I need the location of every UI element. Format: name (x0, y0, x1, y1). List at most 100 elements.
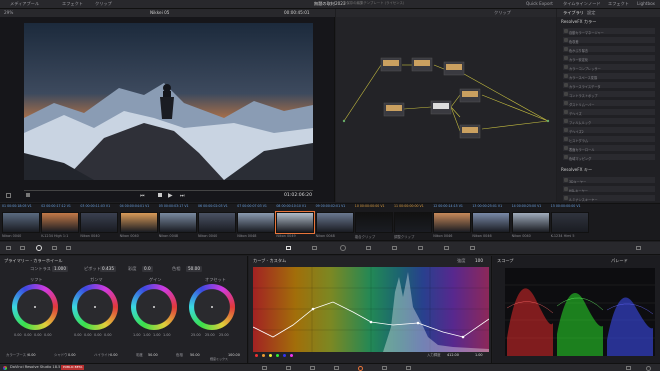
channel-orange[interactable] (262, 354, 265, 357)
library-item[interactable]: HSLキーヤー (562, 185, 656, 193)
library-item[interactable]: ルミナンスキーヤー (562, 194, 656, 202)
tab-settings[interactable]: 設定 (587, 10, 595, 15)
library-item[interactable]: ダストリムーバー (562, 99, 656, 107)
skip-end-button[interactable]: ⏭ (180, 193, 185, 199)
library-item[interactable]: デヘイズ2 (562, 126, 656, 134)
camera-raw-icon[interactable] (6, 246, 11, 250)
clip-thumbnail[interactable] (315, 212, 354, 233)
channel-blue[interactable] (283, 354, 286, 357)
param-value[interactable]: 50.00 (190, 353, 200, 357)
library-item[interactable]: 色かぶり除去 (562, 45, 656, 53)
wheel-value[interactable]: 1.00 (153, 333, 161, 337)
offset-wheel[interactable] (189, 284, 235, 330)
scope-mode-select[interactable]: パレード (611, 258, 628, 263)
library-item[interactable]: 自動カラーマネージャー (562, 27, 656, 35)
tab-library[interactable]: ライブラリ (563, 10, 584, 15)
qualifier-icon[interactable] (312, 246, 317, 250)
wheel-value[interactable]: 0.00 (104, 333, 112, 337)
param-value[interactable]: 50.00 (186, 266, 202, 273)
pencil-icon[interactable] (6, 193, 11, 198)
library-item[interactable]: カラースペース変換 (562, 72, 656, 80)
scrub-bar[interactable] (24, 190, 313, 191)
wheel-value[interactable]: 0.00 (74, 333, 82, 337)
param-value[interactable]: 0.00 (110, 353, 118, 357)
clip-thumbnail[interactable] (354, 212, 393, 233)
tracker-icon[interactable] (366, 246, 371, 250)
settings-icon[interactable] (646, 366, 651, 371)
scope-toggle-icon[interactable] (636, 246, 641, 250)
clip-thumbnail[interactable] (550, 212, 589, 233)
wheel-value[interactable]: 1.00 (143, 333, 151, 337)
channel-magenta[interactable] (290, 354, 293, 357)
library-item[interactable]: 色域マッピング (562, 153, 656, 161)
clip-thumbnail[interactable] (41, 212, 80, 233)
param-value[interactable]: 50.00 (148, 353, 158, 357)
window-icon[interactable] (340, 245, 346, 251)
wheel-value[interactable]: 0.00 (84, 333, 92, 337)
library-item[interactable]: フィルムルック (562, 117, 656, 125)
wheel-value[interactable]: 0.00 (94, 333, 102, 337)
clip-thumbnail[interactable] (275, 211, 316, 234)
wheel-value[interactable]: 1.00 (163, 333, 171, 337)
page-fusion-icon[interactable] (334, 366, 339, 370)
stop-button[interactable] (158, 193, 162, 197)
clip-thumbnail[interactable] (80, 212, 119, 233)
page-edit-icon[interactable] (310, 366, 315, 370)
library-item[interactable]: デヘイズ (562, 108, 656, 116)
audio-icon[interactable] (26, 193, 30, 197)
wheel-value[interactable]: 1.00 (133, 333, 141, 337)
library-item[interactable]: ヒストグラム (562, 135, 656, 143)
timeline-button[interactable]: タイムライン (563, 1, 588, 6)
param-value[interactable]: 0.00 (28, 353, 36, 357)
quick-export-button[interactable]: Quick Export (526, 1, 553, 6)
clip-thumbnail[interactable] (433, 212, 472, 233)
key-icon[interactable] (444, 246, 449, 250)
lightbox-button[interactable]: Lightbox (637, 1, 655, 6)
param-value[interactable]: 100.00 (228, 353, 240, 357)
node-editor-label[interactable]: クリップ (494, 10, 511, 15)
topbar-item-media-pool[interactable]: メディアプール (10, 1, 39, 6)
clip-thumbnail[interactable] (394, 212, 432, 233)
magic-mask-icon[interactable] (392, 246, 397, 250)
hdr-icon[interactable] (52, 246, 57, 250)
play-button[interactable]: ▶ (168, 192, 173, 199)
nodes-button[interactable]: ノード (588, 1, 601, 6)
page-cut-icon[interactable] (286, 366, 291, 370)
curve-graph[interactable] (253, 267, 489, 352)
channel-green[interactable] (276, 354, 279, 357)
channel-red[interactable] (255, 354, 258, 357)
wheel-value[interactable]: 25.00 (191, 333, 201, 337)
gamma-wheel[interactable] (72, 284, 118, 330)
library-item[interactable]: 表面カラーロール (562, 144, 656, 152)
page-media-icon[interactable] (262, 366, 267, 370)
library-item[interactable]: 3Dキーヤー (562, 176, 656, 184)
home-icon[interactable] (626, 366, 631, 370)
clip-thumbnail[interactable] (237, 212, 276, 233)
wheel-value[interactable]: 0.00 (34, 333, 42, 337)
clip-thumbnail[interactable] (511, 212, 550, 233)
param-value[interactable]: 0.00 (68, 353, 76, 357)
param-value[interactable]: 0.435 (100, 266, 116, 273)
clip-thumbnail[interactable] (472, 212, 511, 233)
rgb-mixer-icon[interactable] (66, 246, 71, 250)
intensity-value[interactable]: 100 (475, 258, 483, 263)
page-color-icon[interactable] (358, 366, 363, 371)
param-value[interactable]: 0.0 (142, 266, 153, 273)
clip-thumbnail[interactable] (198, 212, 236, 233)
clip-thumbnail[interactable] (2, 212, 40, 233)
output-value[interactable]: 1.00 (475, 353, 483, 357)
channel-yellow[interactable] (269, 354, 272, 357)
skip-start-button[interactable]: ⏮ (140, 193, 145, 199)
color-match-icon[interactable] (20, 246, 25, 250)
library-item[interactable]: 色収差 (562, 36, 656, 44)
param-value[interactable]: 1.000 (52, 266, 68, 273)
library-item[interactable]: コントラストポップ (562, 90, 656, 98)
lift-wheel[interactable] (12, 284, 58, 330)
sizing-icon[interactable] (470, 246, 475, 250)
gain-wheel[interactable] (131, 284, 177, 330)
wheel-value[interactable]: 0.00 (14, 333, 22, 337)
clip-thumbnail[interactable] (158, 212, 197, 233)
input-luma-value[interactable]: 412.00 (447, 353, 459, 357)
blur-icon[interactable] (418, 246, 423, 250)
library-item[interactable]: カラーコンプレッサー (562, 63, 656, 71)
